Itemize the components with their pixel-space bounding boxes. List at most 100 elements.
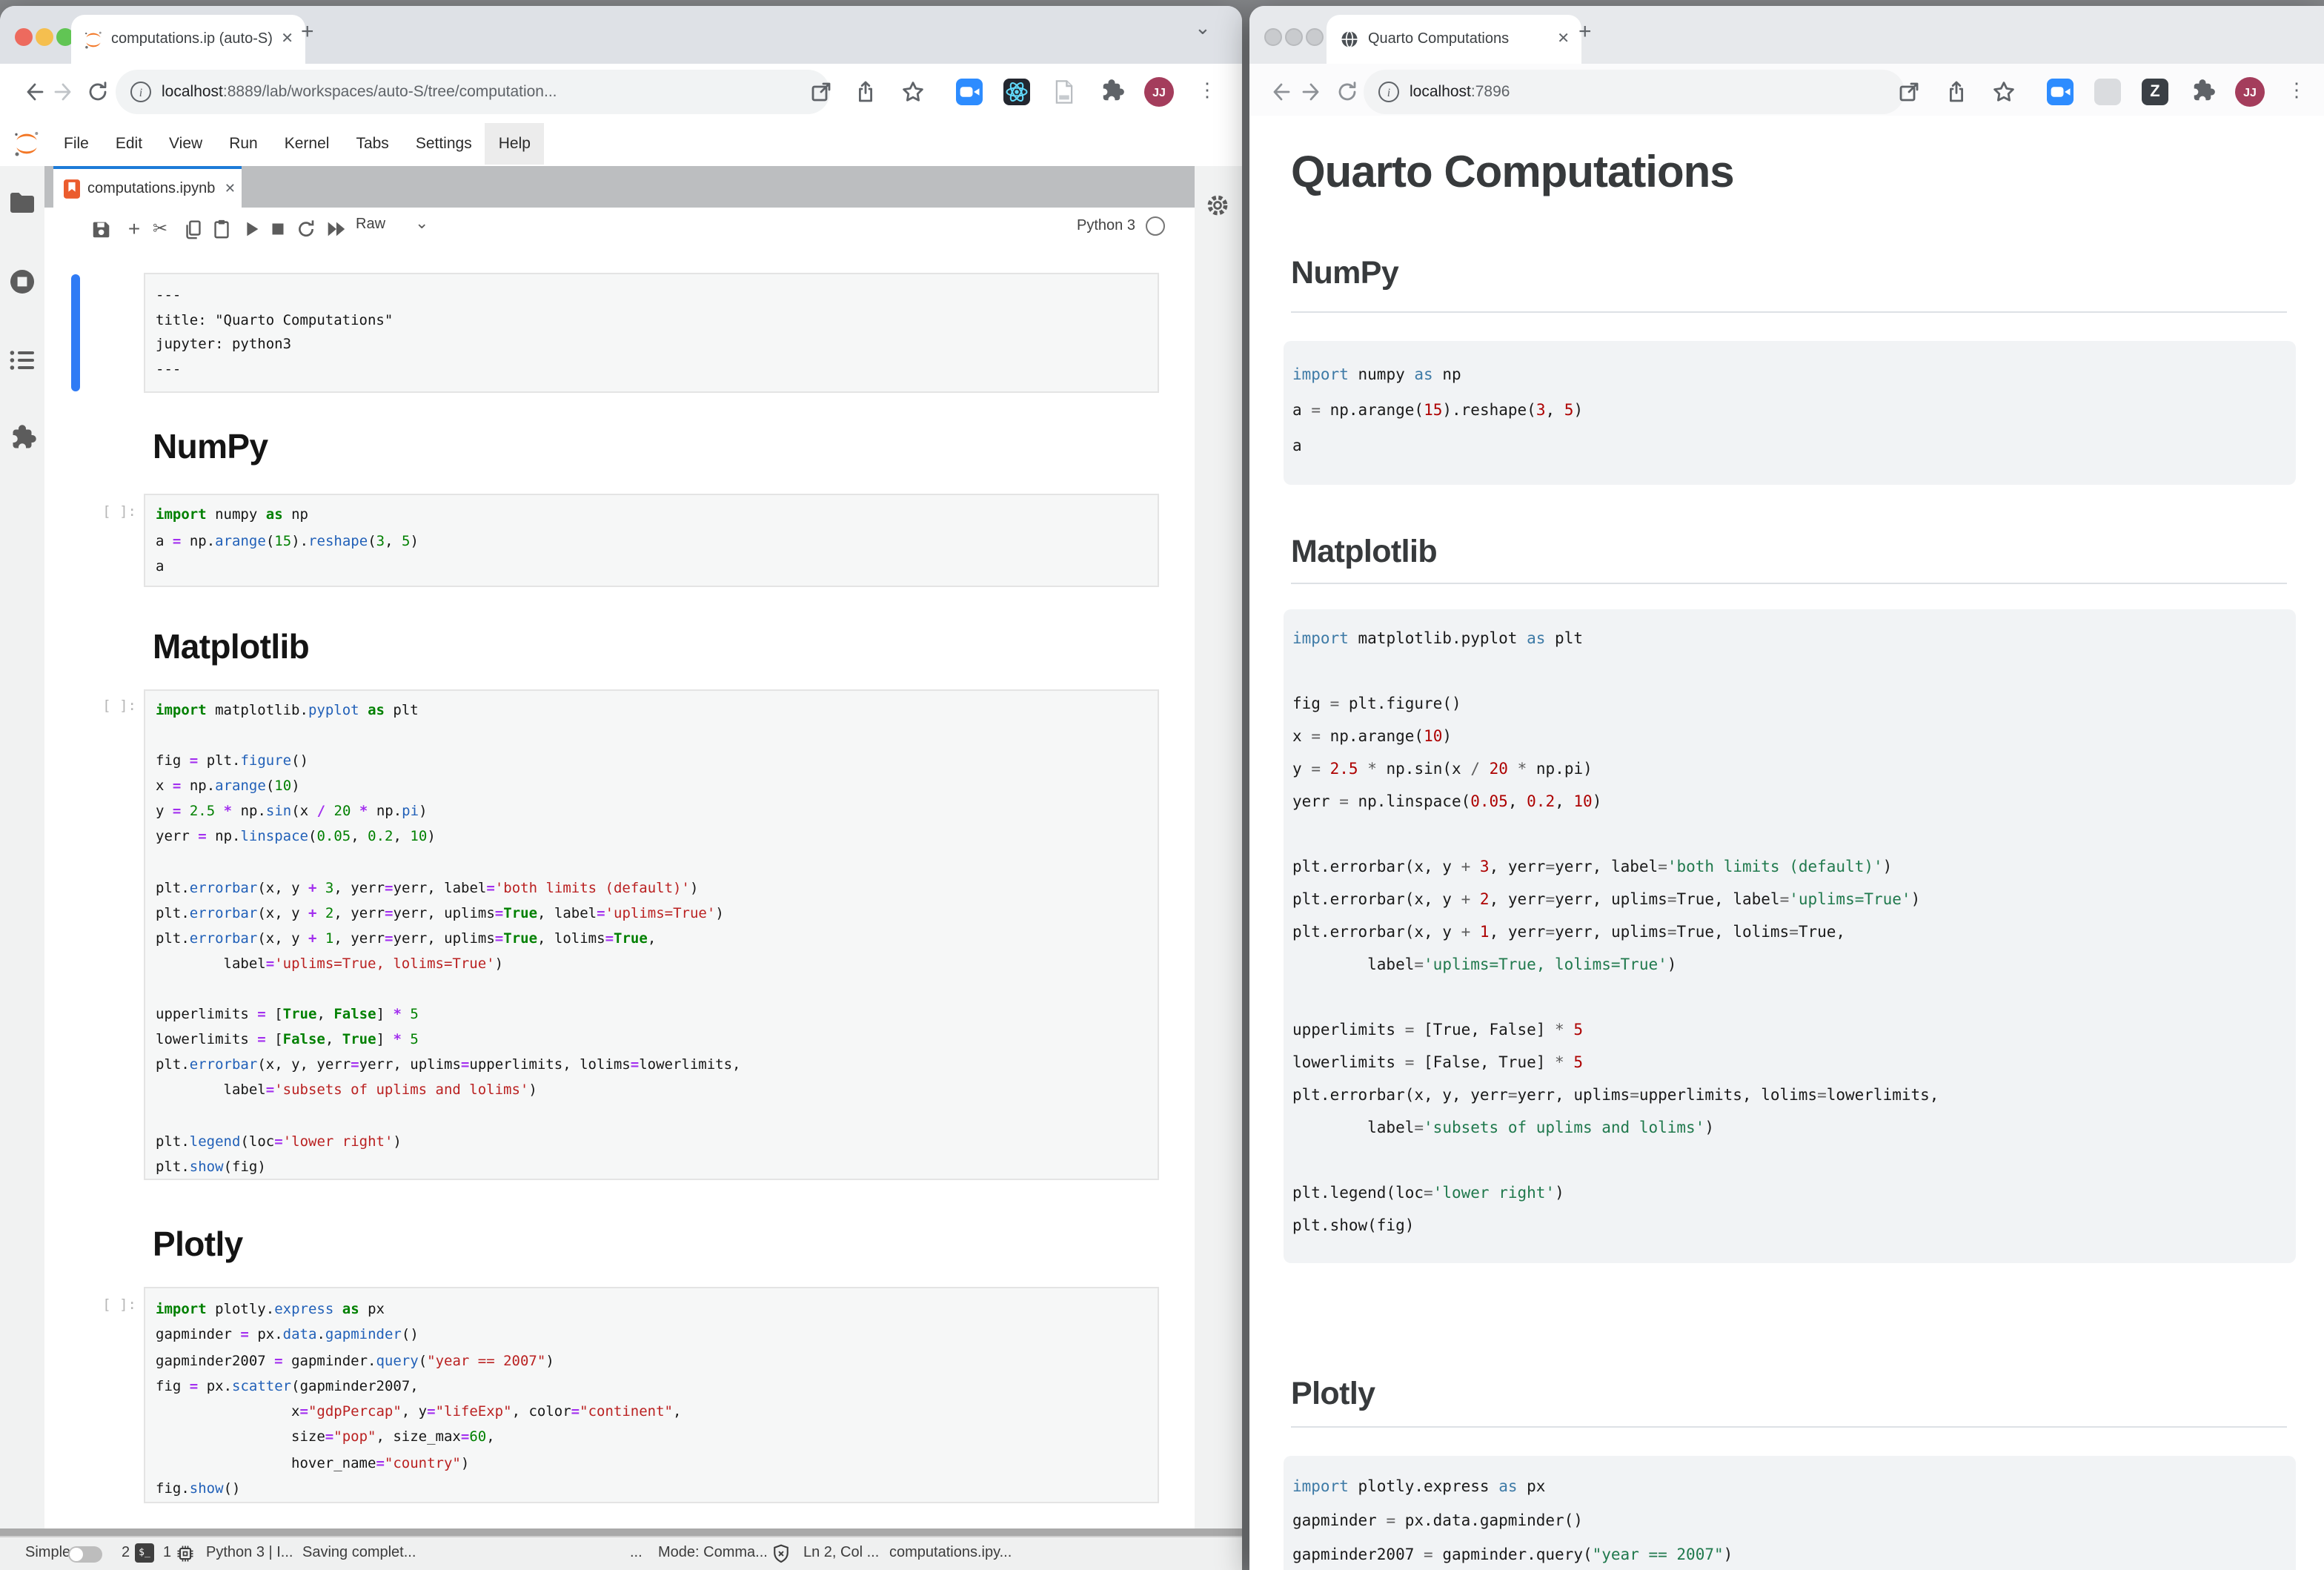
share-icon[interactable] — [854, 80, 877, 104]
cursor-position[interactable]: Ln 2, Col ... — [803, 1545, 879, 1561]
code-line: fig = plt.figure() — [156, 749, 1158, 774]
extension-manager-icon[interactable] — [7, 424, 37, 454]
menu-settings[interactable]: Settings — [402, 123, 485, 165]
kernel-status-text[interactable]: Python 3 | I... — [206, 1545, 293, 1561]
kernel-status-icon[interactable] — [1146, 216, 1165, 236]
code-line: plt.errorbar(x, y, yerr=yerr, uplims=upp… — [1292, 1079, 2296, 1112]
back-icon[interactable] — [21, 80, 44, 104]
zoom-extension-icon[interactable] — [2047, 79, 2074, 105]
site-info-icon[interactable]: i — [1378, 82, 1399, 102]
file-browser-icon[interactable] — [7, 188, 37, 218]
stop-kernel-icon[interactable] — [267, 218, 289, 240]
jupyter-favicon — [83, 29, 104, 50]
matplotlib-cell-editor[interactable]: import matplotlib.pyplot as plt fig = pl… — [144, 689, 1159, 1180]
code-line: jupyter: python3 — [156, 334, 1158, 358]
zoom-extension-icon[interactable] — [956, 79, 983, 105]
trust-shield-icon[interactable] — [771, 1543, 791, 1564]
puzzle-extension-icon[interactable] — [2189, 79, 2216, 105]
browser-tab[interactable]: Quarto Computations ✕ — [1327, 15, 1581, 64]
browser-menu-icon[interactable]: ⋮ — [2287, 79, 2306, 102]
code-line: --- — [156, 358, 1158, 382]
profile-avatar[interactable]: JJ — [1144, 77, 1174, 107]
copy-cell-icon[interactable] — [182, 218, 205, 240]
code-line: plt.legend(loc='lower right') — [1292, 1177, 2296, 1210]
close-tab-icon[interactable]: ✕ — [1551, 31, 1576, 47]
code-line: yerr = np.linspace(0.05, 0.2, 10) — [1292, 786, 2296, 818]
code-line: gapminder = px.data.gapminder() — [1292, 1505, 2296, 1539]
minimize-window-button[interactable] — [1285, 28, 1303, 46]
menu-run[interactable]: Run — [216, 123, 271, 165]
kernel-name-button[interactable]: Python 3 — [1077, 218, 1135, 234]
back-icon[interactable] — [1267, 80, 1291, 104]
tab-overflow-chevron-icon[interactable]: ⌄ — [1195, 16, 1211, 40]
running-kernels-icon[interactable] — [7, 267, 37, 297]
site-info-icon[interactable]: i — [130, 82, 151, 102]
mode-indicator[interactable]: Mode: Comma... — [658, 1545, 768, 1561]
z-extension-icon[interactable]: Z — [2142, 79, 2168, 105]
plotly-code-block: import plotly.express as pxgapminder = p… — [1284, 1456, 2296, 1570]
code-line: y = 2.5 * np.sin(x / 20 * np.pi) — [1292, 753, 2296, 786]
jupyterlab-menubar: FileEditViewRunKernelTabsSettingsHelp — [0, 122, 1242, 168]
code-line — [1292, 1145, 2296, 1177]
add-cell-icon[interactable]: + — [123, 218, 145, 240]
menu-tabs[interactable]: Tabs — [342, 123, 402, 165]
numpy-section-heading: NumPy — [1291, 255, 2287, 313]
disabled-extension-icon[interactable] — [2094, 79, 2121, 105]
url-text[interactable]: localhost:8889/lab/workspaces/auto-S/tre… — [162, 83, 557, 101]
reload-icon[interactable] — [86, 80, 110, 104]
notebook-file-tab[interactable]: computations.ipynb ✕ — [53, 166, 242, 208]
kernel-count[interactable]: 1 — [163, 1545, 171, 1561]
browser-menu-icon[interactable]: ⋮ — [1198, 79, 1217, 102]
cell-type-chevron-icon[interactable]: ⌄ — [415, 213, 428, 233]
reload-icon[interactable] — [1335, 80, 1359, 104]
plotly-cell-editor[interactable]: import plotly.express as pxgapminder = p… — [144, 1287, 1159, 1503]
new-tab-button[interactable]: + — [1578, 19, 1592, 44]
restart-kernel-icon[interactable] — [295, 218, 317, 240]
table-of-contents-icon[interactable] — [7, 345, 37, 375]
bookmark-star-icon[interactable] — [901, 80, 925, 104]
profile-avatar[interactable]: JJ — [2235, 77, 2265, 107]
code-line: plt.errorbar(x, y + 1, yerr=yerr, uplims… — [156, 927, 1158, 952]
raw-cell-editor[interactable]: ---title: "Quarto Computations"jupyter: … — [144, 273, 1159, 393]
minimize-window-button[interactable] — [36, 28, 53, 46]
run-all-icon[interactable] — [325, 218, 347, 240]
menu-file[interactable]: File — [50, 123, 102, 165]
url-text[interactable]: localhost:7896 — [1410, 83, 1510, 101]
property-inspector-gear-icon[interactable] — [1205, 193, 1230, 218]
menu-edit[interactable]: Edit — [102, 123, 156, 165]
code-line: import numpy as np — [1292, 357, 2296, 393]
close-tab-icon[interactable]: ✕ — [275, 31, 299, 47]
address-bar[interactable]: i localhost:7896 — [1364, 70, 1905, 114]
menu-kernel[interactable]: Kernel — [271, 123, 343, 165]
forward-icon[interactable] — [53, 80, 77, 104]
open-in-new-icon[interactable] — [1897, 80, 1921, 104]
close-notebook-tab-icon[interactable]: ✕ — [219, 180, 242, 196]
terminal-count[interactable]: 2 — [122, 1545, 130, 1561]
open-in-new-icon[interactable] — [809, 80, 833, 104]
close-window-button[interactable] — [1264, 28, 1282, 46]
bookmark-star-icon[interactable] — [1992, 80, 2016, 104]
share-icon[interactable] — [1945, 80, 1968, 104]
forward-icon[interactable] — [1301, 80, 1325, 104]
run-cell-icon[interactable] — [240, 218, 262, 240]
browser-tab[interactable]: computations.ip (auto-S) - Jup ✕ — [71, 15, 305, 64]
docs-extension-icon[interactable] — [1051, 79, 1078, 105]
save-icon[interactable] — [90, 218, 113, 240]
new-tab-button[interactable]: + — [301, 19, 314, 44]
address-bar[interactable]: i localhost:8889/lab/workspaces/auto-S/t… — [116, 70, 830, 114]
menu-help[interactable]: Help — [485, 123, 544, 165]
numpy-cell-editor[interactable]: import numpy as npa = np.arange(15).resh… — [144, 494, 1159, 587]
react-extension-icon[interactable] — [1003, 79, 1030, 105]
cell-type-dropdown[interactable]: Raw — [356, 216, 445, 233]
code-line: lowerlimits = [False, True] * 5 — [1292, 1047, 2296, 1079]
notebook-toolbar: + ✂ Raw ⌄ Python 3 — [44, 208, 1195, 252]
zoom-window-button[interactable] — [1306, 28, 1324, 46]
menu-view[interactable]: View — [156, 123, 216, 165]
cut-cell-icon[interactable]: ✂ — [153, 218, 175, 240]
simple-mode-toggle[interactable] — [68, 1546, 102, 1563]
close-window-button[interactable] — [15, 28, 33, 46]
browser-toolbar: i localhost:8889/lab/workspaces/auto-S/t… — [0, 64, 1242, 123]
active-cell-indicator[interactable] — [71, 274, 80, 391]
puzzle-extension-icon[interactable] — [1098, 79, 1125, 105]
paste-cell-icon[interactable] — [210, 218, 233, 240]
